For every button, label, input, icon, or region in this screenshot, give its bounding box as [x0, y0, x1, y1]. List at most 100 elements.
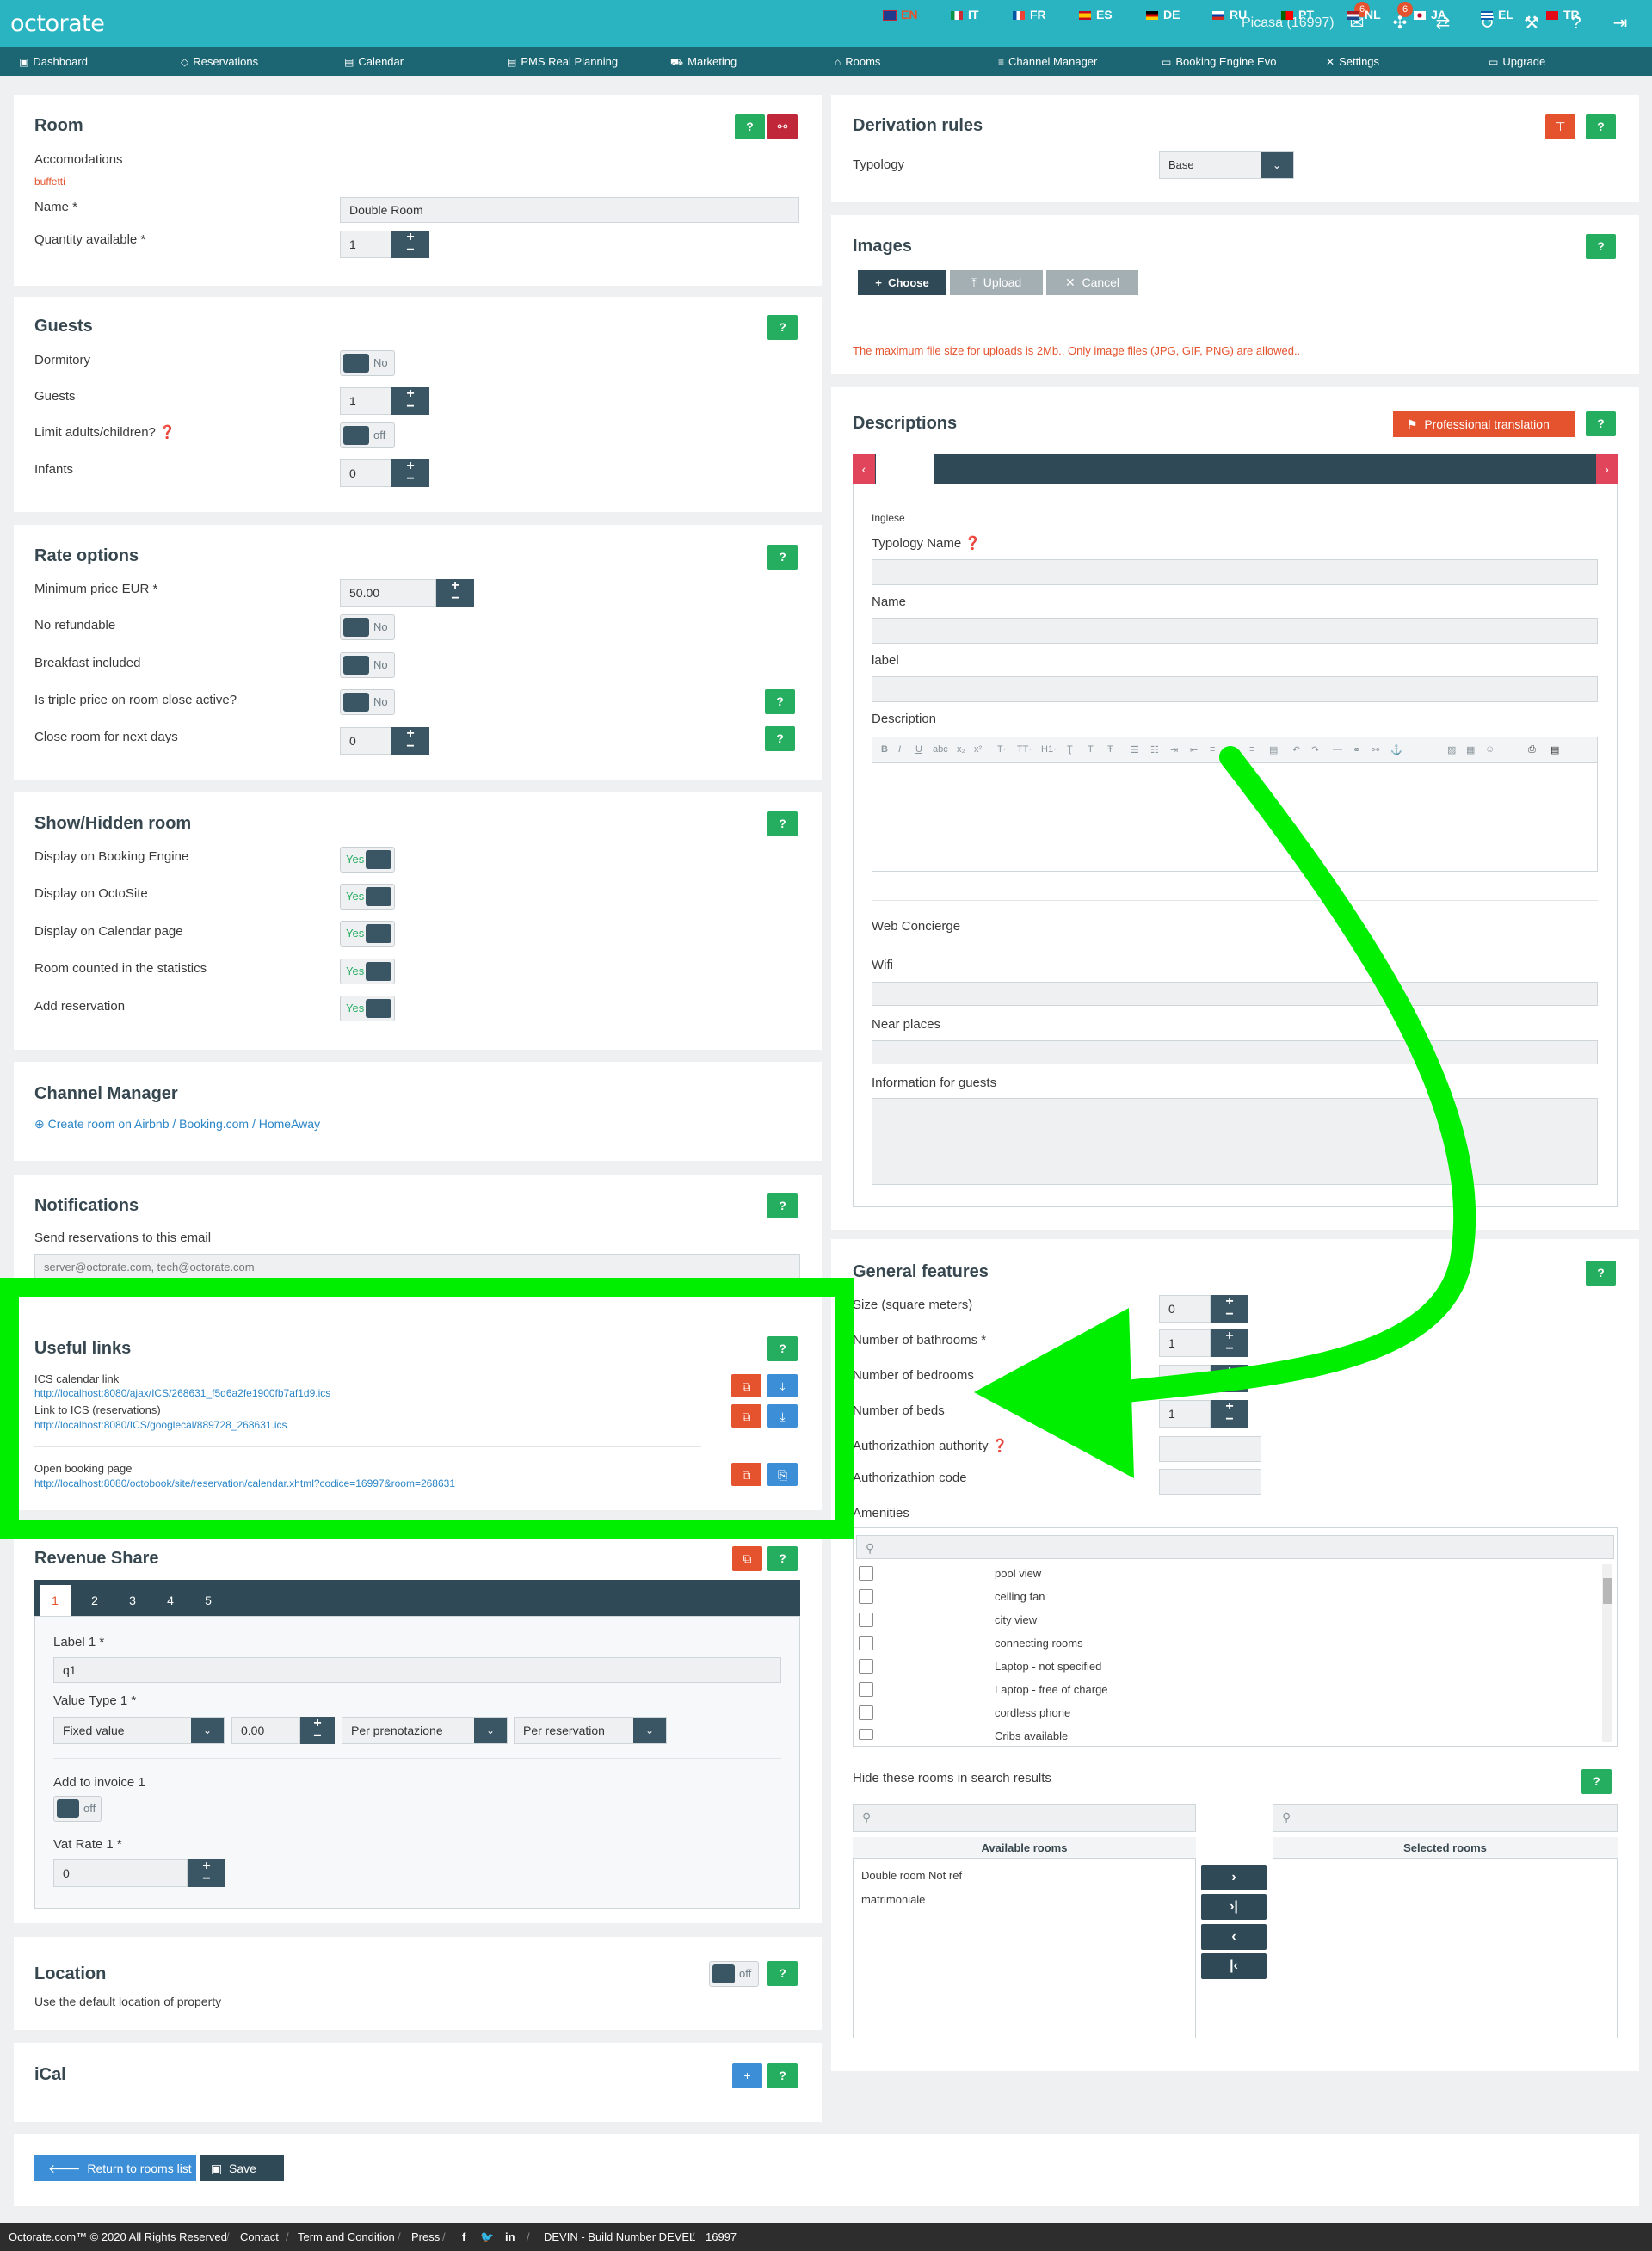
- beds-stepper[interactable]: 1 + −: [1159, 1400, 1248, 1428]
- name-input[interactable]: Double Room: [340, 197, 799, 223]
- statistics-toggle[interactable]: Yes: [340, 959, 395, 984]
- nav-rooms[interactable]: ⌂ Rooms: [835, 47, 880, 76]
- chevron-left-icon[interactable]: ‹: [853, 454, 875, 484]
- quantity-stepper[interactable]: 1 + −: [340, 231, 429, 258]
- bold-icon[interactable]: B: [881, 744, 888, 755]
- numbered-list-icon[interactable]: ☷: [1150, 744, 1159, 755]
- amenity-checkbox[interactable]: [859, 1636, 873, 1650]
- bullet-list-icon[interactable]: ☰: [1131, 744, 1139, 755]
- amenity-checkbox[interactable]: [859, 1705, 873, 1720]
- professional-translation-button[interactable]: ⚑ Professional translation: [1393, 411, 1575, 437]
- plus-minus-button[interactable]: + −: [391, 727, 429, 755]
- nav-marketing[interactable]: ⛟ Marketing: [670, 47, 737, 76]
- amenity-checkbox[interactable]: [859, 1613, 873, 1627]
- limit-toggle[interactable]: off: [340, 422, 395, 448]
- wrench-icon[interactable]: ⚒: [1519, 10, 1544, 36]
- tab-fr[interactable]: FR: [1013, 0, 1046, 29]
- chevron-down-icon[interactable]: ⌄: [633, 1718, 666, 1743]
- tab-pt[interactable]: PT: [1281, 0, 1314, 29]
- size-stepper[interactable]: 0 + −: [1159, 1295, 1248, 1323]
- font-size-icon[interactable]: T·: [997, 744, 1006, 755]
- help-button[interactable]: ?: [767, 1961, 798, 1986]
- nav-booking-engine[interactable]: ▭ Booking Engine Evo: [1162, 47, 1276, 76]
- copy-button[interactable]: ⧉: [732, 1546, 762, 1571]
- octorate-logo[interactable]: octorate: [10, 10, 105, 37]
- move-right-button[interactable]: ›: [1201, 1865, 1267, 1890]
- print-icon[interactable]: ⎙: [1528, 744, 1536, 755]
- tab-ja[interactable]: JA: [1414, 0, 1446, 29]
- contact-link[interactable]: Contact: [240, 2230, 279, 2243]
- chevron-right-icon[interactable]: ›: [1596, 454, 1618, 484]
- clear-format-icon[interactable]: Ŧ: [1107, 744, 1113, 755]
- help-button[interactable]: ?: [765, 726, 795, 751]
- nav-channel-manager[interactable]: ≡ Channel Manager: [998, 47, 1097, 76]
- move-all-right-button[interactable]: ›|: [1201, 1894, 1267, 1920]
- add-button[interactable]: +: [732, 2063, 762, 2088]
- choose-button[interactable]: + Choose: [858, 270, 946, 295]
- amenities-search[interactable]: ⚲: [856, 1535, 1614, 1559]
- tab-3[interactable]: 3: [117, 1585, 148, 1616]
- email-input[interactable]: [34, 1254, 800, 1280]
- anchor-icon[interactable]: ⚓: [1390, 744, 1402, 755]
- breakfast-toggle[interactable]: No: [340, 652, 395, 678]
- indent-icon[interactable]: ⇥: [1170, 744, 1178, 755]
- plus-minus-button[interactable]: + −: [391, 387, 429, 415]
- amenity-checkbox[interactable]: [859, 1589, 873, 1604]
- subscript-icon[interactable]: x₂: [957, 744, 965, 755]
- plus-minus-button[interactable]: + −: [300, 1717, 335, 1744]
- help-button[interactable]: ?: [1586, 411, 1616, 436]
- available-room-item[interactable]: Double room Not ref: [861, 1869, 962, 1882]
- outdent-icon[interactable]: ⇤: [1190, 744, 1198, 755]
- logout-icon[interactable]: ⇥: [1607, 10, 1633, 36]
- strike-icon[interactable]: abc: [933, 744, 948, 755]
- plus-minus-button[interactable]: + −: [391, 459, 429, 487]
- tab-1[interactable]: 1: [40, 1585, 71, 1616]
- close-room-value[interactable]: 0: [340, 727, 391, 755]
- description-editor[interactable]: [872, 762, 1598, 872]
- vat-stepper[interactable]: 0 + −: [53, 1859, 225, 1887]
- help-button[interactable]: ?: [767, 545, 798, 570]
- tab-ru[interactable]: RU: [1212, 0, 1247, 29]
- plus-minus-button[interactable]: + −: [188, 1859, 225, 1887]
- justify-icon[interactable]: ▤: [1269, 744, 1278, 755]
- format-icon[interactable]: Ʈ: [1067, 744, 1073, 755]
- plus-minus-button[interactable]: + −: [1211, 1295, 1248, 1323]
- move-all-left-button[interactable]: |‹: [1201, 1953, 1267, 1979]
- unlink-icon[interactable]: ⚯: [1372, 744, 1379, 755]
- bedrooms-value[interactable]: [1159, 1365, 1211, 1392]
- guests-stepper[interactable]: 1 + −: [340, 387, 429, 415]
- superscript-icon[interactable]: x²: [974, 744, 982, 755]
- value-stepper[interactable]: 0.00 + −: [231, 1717, 335, 1744]
- min-price-value[interactable]: 50.00: [340, 579, 436, 607]
- hierarchy-button[interactable]: ⊤: [1545, 114, 1575, 139]
- underline-icon[interactable]: U: [915, 744, 922, 755]
- available-search[interactable]: ⚲: [853, 1804, 1196, 1832]
- link-icon[interactable]: ⚭: [1353, 744, 1360, 755]
- info-guests-input[interactable]: [872, 1098, 1598, 1185]
- value-type-select[interactable]: Fixed value ⌄: [53, 1717, 225, 1744]
- chevron-down-icon[interactable]: ⌄: [474, 1718, 507, 1743]
- facebook-icon[interactable]: f: [462, 2230, 465, 2243]
- tab-nl[interactable]: NL: [1347, 0, 1381, 29]
- table-icon[interactable]: ▦: [1466, 744, 1475, 755]
- nav-dashboard[interactable]: ▣ Dashboard: [19, 47, 88, 76]
- upload-button[interactable]: ⤒ Upload: [950, 270, 1043, 295]
- align-center-icon[interactable]: ≡: [1230, 744, 1235, 755]
- infants-stepper[interactable]: 0 + −: [340, 459, 429, 487]
- amenity-checkbox[interactable]: [859, 1659, 873, 1674]
- nav-pms[interactable]: ▤ PMS Real Planning: [507, 47, 618, 76]
- help-button[interactable]: ?: [1581, 1769, 1612, 1794]
- near-places-input[interactable]: [872, 1040, 1598, 1064]
- help-button[interactable]: ?: [765, 689, 795, 714]
- plus-minus-button[interactable]: + −: [1211, 1329, 1248, 1357]
- press-link[interactable]: Press: [411, 2230, 440, 2243]
- plus-minus-button[interactable]: + −: [391, 231, 429, 258]
- tab-2[interactable]: 2: [79, 1585, 110, 1616]
- bedrooms-stepper[interactable]: + −: [1159, 1365, 1248, 1392]
- amenity-checkbox[interactable]: [859, 1566, 873, 1581]
- location-toggle[interactable]: off: [709, 1961, 759, 1987]
- move-left-button[interactable]: ‹: [1201, 1924, 1267, 1950]
- save-button[interactable]: ▣ Save: [200, 2155, 284, 2181]
- amenity-checkbox[interactable]: [859, 1729, 873, 1740]
- calendar-page-toggle[interactable]: Yes: [340, 921, 395, 947]
